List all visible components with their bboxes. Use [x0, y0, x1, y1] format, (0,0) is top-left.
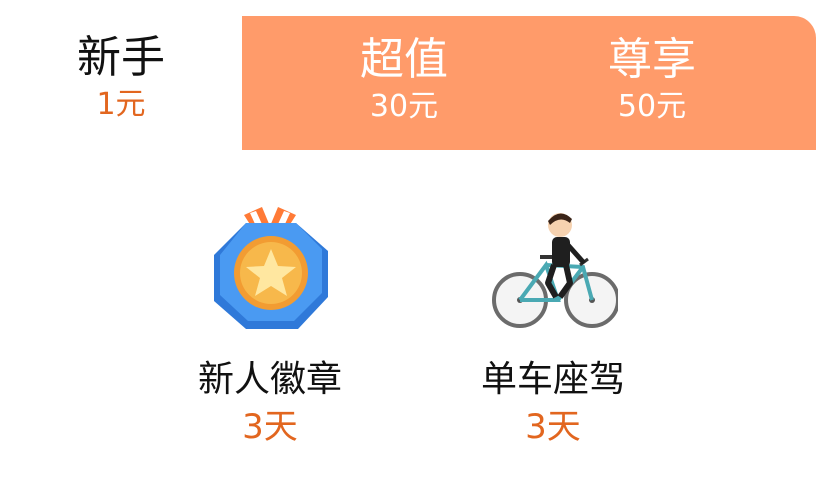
benefit-bike-ride[interactable]: 单车座驾 3天 — [423, 205, 683, 444]
bicycle-rider-icon — [423, 205, 683, 340]
tab-value-name: 超值 — [360, 34, 448, 85]
tab-value[interactable]: 超值 30元 — [282, 0, 526, 150]
benefit-badge-label: 新人徽章 — [197, 359, 342, 400]
benefit-badge-duration: 3天 — [242, 407, 298, 447]
benefit-ride-duration: 3天 — [525, 407, 581, 447]
medal-icon — [140, 205, 400, 340]
tab-newbie-price: 1元 — [96, 87, 146, 122]
tab-value-price: 30元 — [369, 89, 439, 124]
benefit-newbie-badge[interactable]: 新人徽章 3天 — [140, 205, 400, 444]
tab-premium[interactable]: 尊享 50元 — [530, 0, 774, 150]
tab-newbie-name: 新手 — [77, 32, 165, 83]
benefit-ride-label: 单车座驾 — [480, 359, 625, 400]
membership-tabs: 新手 1元 超值 30元 尊享 50元 — [0, 0, 816, 150]
tab-premium-price: 50元 — [617, 89, 687, 124]
tab-newbie[interactable]: 新手 1元 — [0, 0, 242, 150]
tab-premium-name: 尊享 — [608, 34, 696, 85]
